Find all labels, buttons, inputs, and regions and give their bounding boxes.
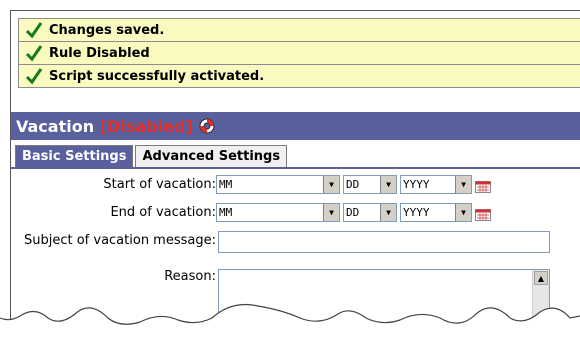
end-day-select[interactable]: DD ▼ [343,203,397,222]
chevron-down-icon: ▼ [455,204,471,221]
reason-textarea[interactable]: ▲ [218,269,550,331]
start-year-select[interactable]: YYYY ▼ [400,175,472,194]
end-date-row: End of vacation: MM ▼ DD ▼ YYYY ▼ [11,201,580,222]
message-text: Changes saved. [49,22,165,38]
checkmark-icon [25,68,43,85]
end-year-select[interactable]: YYYY ▼ [400,203,472,222]
tab-advanced-settings[interactable]: Advanced Settings [135,145,288,167]
message-list: Changes saved. Rule Disabled Script succ… [18,18,580,88]
subject-label: Subject of vacation message: [23,233,216,248]
scrollbar[interactable]: ▲ [532,270,549,331]
settings-tabs: Basic Settings Advanced Settings [15,145,288,167]
message-rule-disabled: Rule Disabled [18,41,580,64]
message-script-activated: Script successfully activated. [18,64,580,88]
reason-label: Reason: [164,269,216,284]
reason-row: Reason: ▲ [11,269,580,331]
subject-input[interactable] [218,231,550,253]
calendar-icon[interactable] [475,181,491,193]
checkmark-icon [25,45,43,62]
start-date-label: Start of vacation: [103,177,216,192]
message-text: Script successfully activated. [49,68,265,84]
chevron-down-icon: ▼ [380,204,396,221]
help-lifebuoy-icon[interactable] [199,118,215,134]
subject-row: Subject of vacation message: [11,231,580,253]
scroll-up-icon[interactable]: ▲ [534,271,548,285]
status-close-bracket: ] [185,116,193,136]
chevron-down-icon: ▼ [455,176,471,193]
calendar-icon[interactable] [475,209,491,221]
start-day-select[interactable]: DD ▼ [343,175,397,194]
chevron-down-icon: ▼ [380,176,396,193]
end-month-select[interactable]: MM ▼ [216,203,340,222]
chevron-down-icon: ▼ [323,176,339,193]
section-title-bar: Vacation [Disabled] [11,112,580,140]
start-date-row: Start of vacation: MM ▼ DD ▼ YYYY ▼ [11,173,580,194]
tab-underline [11,167,580,169]
vacation-panel: Changes saved. Rule Disabled Script succ… [10,10,580,331]
message-text: Rule Disabled [49,45,150,61]
status-open-bracket: [ [99,116,107,136]
end-date-label: End of vacation: [110,205,216,220]
checkmark-icon [25,22,43,39]
message-changes-saved: Changes saved. [18,18,580,41]
status-badge: Disabled [107,116,186,136]
section-title: Vacation [16,116,95,136]
chevron-down-icon: ▼ [323,204,339,221]
start-month-select[interactable]: MM ▼ [216,175,340,194]
tab-basic-settings[interactable]: Basic Settings [15,145,134,167]
